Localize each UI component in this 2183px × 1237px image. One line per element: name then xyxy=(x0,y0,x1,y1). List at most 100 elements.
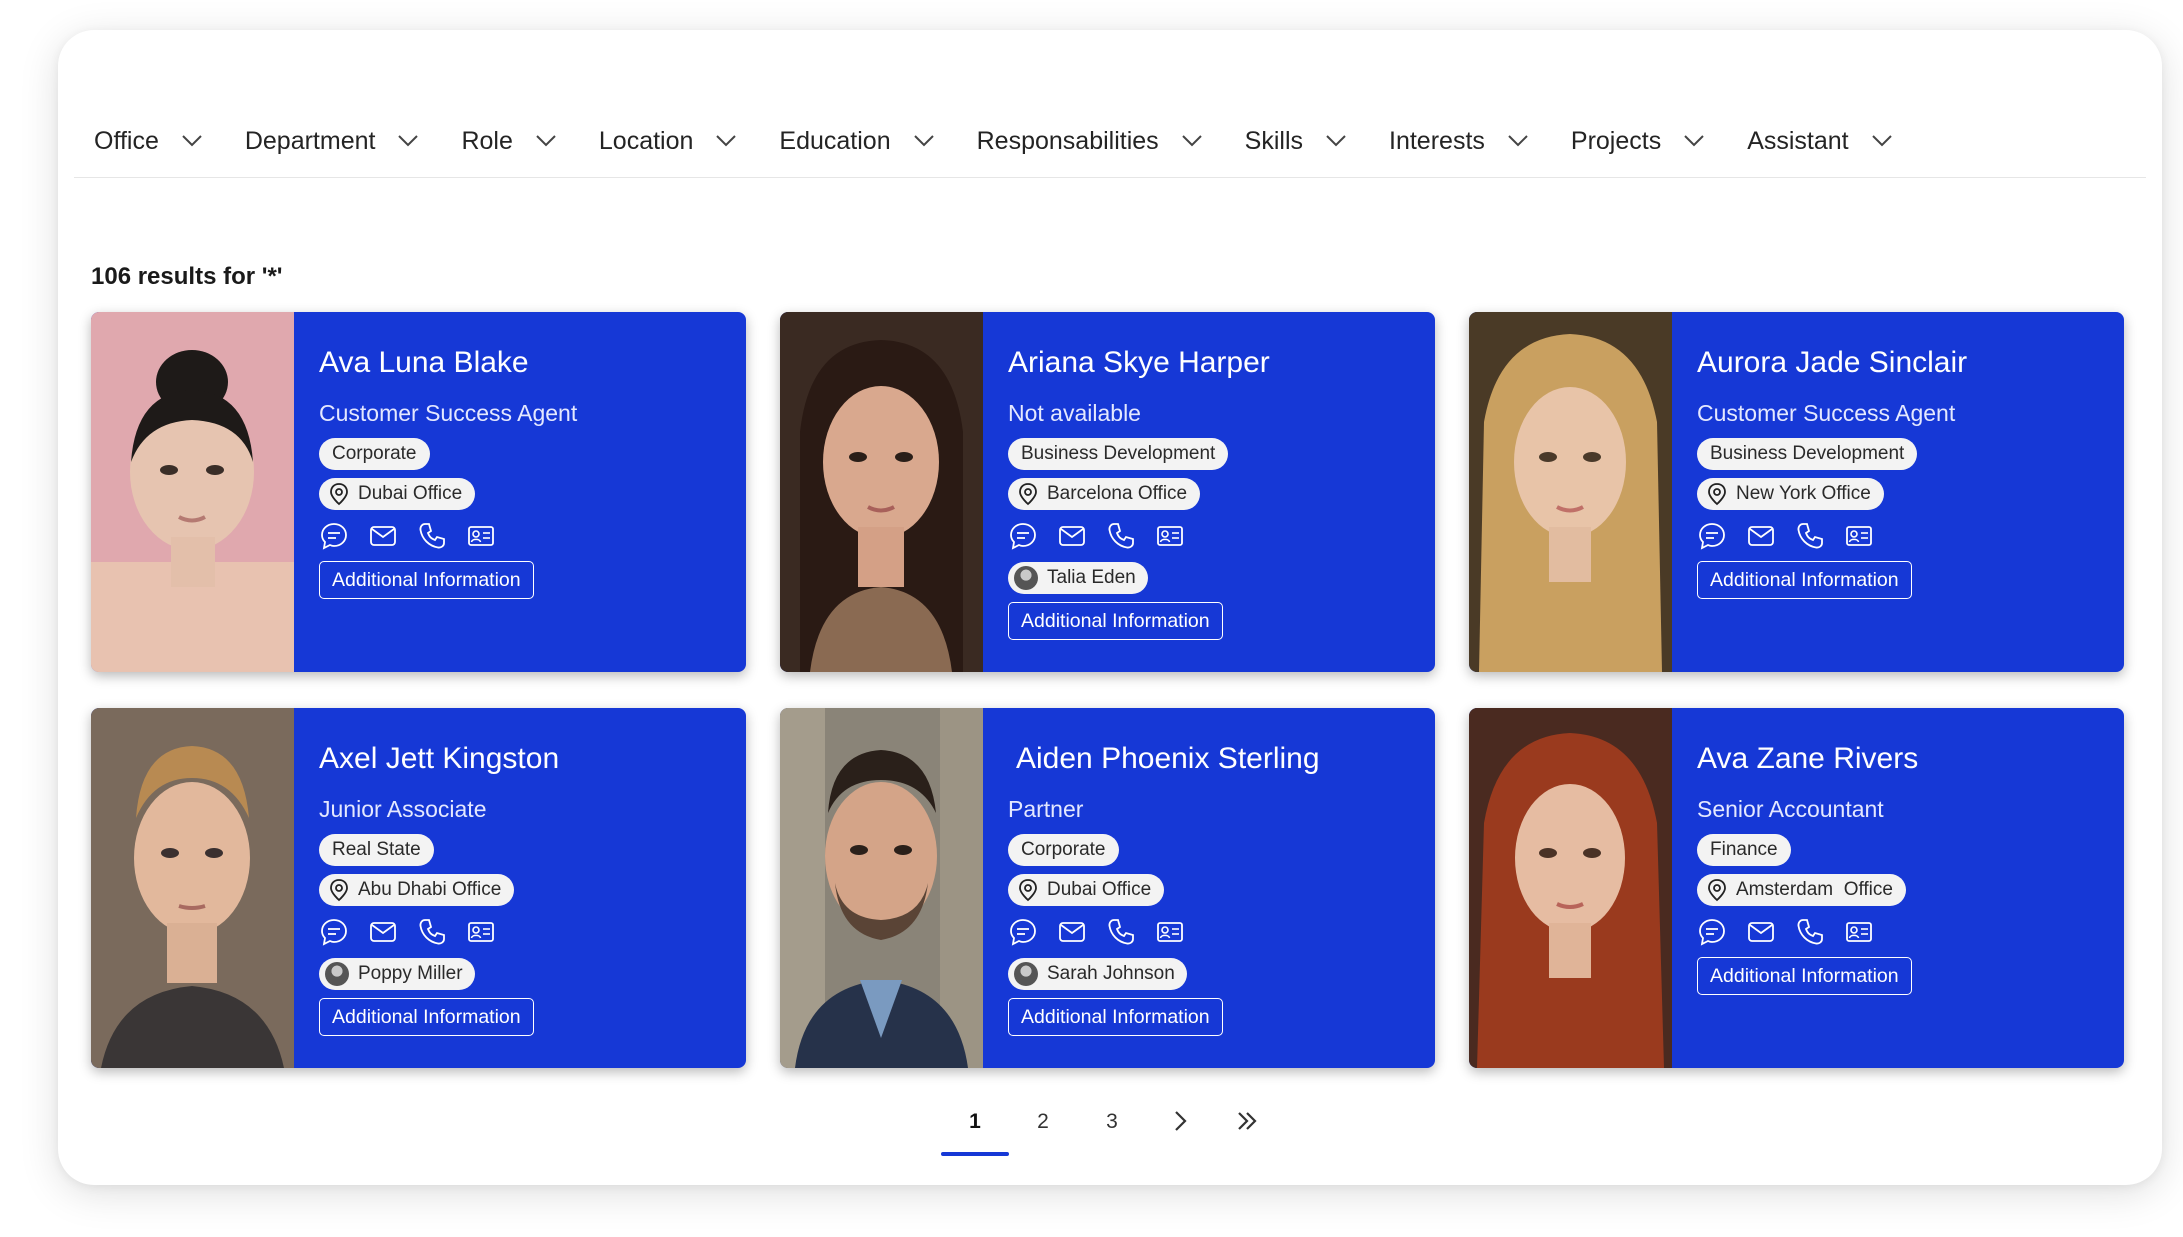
chat-icon[interactable] xyxy=(1008,917,1038,947)
mail-icon[interactable] xyxy=(368,917,398,947)
filter-education[interactable]: Education xyxy=(779,124,934,158)
filter-responsabilities[interactable]: Responsabilities xyxy=(977,124,1203,158)
additional-info-button[interactable]: Additional Information xyxy=(1697,561,1912,599)
office-label: Dubai Office xyxy=(1047,879,1152,900)
chevron-down-icon xyxy=(182,135,202,147)
office-label: New York Office xyxy=(1736,483,1871,504)
double-chevron-right-icon[interactable] xyxy=(1234,1108,1260,1134)
filter-label: Interests xyxy=(1389,126,1485,155)
person-name: Aurora Jade Sinclair xyxy=(1697,346,1968,379)
avatar xyxy=(325,962,349,986)
person-name: Aiden Phoenix Sterling xyxy=(1016,742,1320,775)
mail-icon[interactable] xyxy=(1746,917,1776,947)
active-page-indicator xyxy=(941,1152,1009,1156)
mail-icon[interactable] xyxy=(368,521,398,551)
filter-role[interactable]: Role xyxy=(461,124,556,158)
office-tag: New York Office xyxy=(1697,478,1884,510)
department-tag: Corporate xyxy=(1008,834,1119,866)
assistant-name: Sarah Johnson xyxy=(1047,963,1175,984)
chat-icon[interactable] xyxy=(319,521,349,551)
person-card[interactable]: Axel Jett Kingston Junior Associate Real… xyxy=(91,708,746,1068)
person-card[interactable]: Ava Luna Blake Customer Success Agent Co… xyxy=(91,312,746,672)
filter-projects[interactable]: Projects xyxy=(1571,124,1705,158)
office-tag: Dubai Office xyxy=(1008,874,1165,906)
filter-label: Assistant xyxy=(1747,126,1849,155)
filter-label: Office xyxy=(94,126,159,155)
contact-card-icon[interactable] xyxy=(466,521,496,551)
contact-card-icon[interactable] xyxy=(466,917,496,947)
chat-icon[interactable] xyxy=(319,917,349,947)
location-pin-icon xyxy=(1708,483,1726,506)
chevron-down-icon xyxy=(1684,135,1704,147)
mail-icon[interactable] xyxy=(1057,917,1087,947)
phone-icon[interactable] xyxy=(1795,917,1825,947)
additional-info-button[interactable]: Additional Information xyxy=(1697,957,1912,995)
person-photo xyxy=(780,312,983,672)
avatar xyxy=(1014,962,1038,986)
chevron-down-icon xyxy=(1326,135,1346,147)
person-card[interactable]: Aiden Phoenix Sterling Partner Corporate… xyxy=(780,708,1435,1068)
person-photo xyxy=(1469,708,1672,1068)
phone-icon[interactable] xyxy=(1106,917,1136,947)
page-1-button[interactable]: 1 xyxy=(955,1110,995,1134)
location-pin-icon xyxy=(1019,483,1037,506)
contact-card-icon[interactable] xyxy=(1155,521,1185,551)
filter-interests[interactable]: Interests xyxy=(1389,124,1529,158)
phone-icon[interactable] xyxy=(417,917,447,947)
filter-skills[interactable]: Skills xyxy=(1245,124,1347,158)
person-name: Ava Zane Rivers xyxy=(1697,742,1919,775)
filter-department[interactable]: Department xyxy=(245,124,420,158)
chevron-right-icon[interactable] xyxy=(1167,1108,1193,1134)
person-card[interactable]: Aurora Jade Sinclair Customer Success Ag… xyxy=(1469,312,2124,672)
person-photo xyxy=(780,708,983,1068)
assistant-tag: Sarah Johnson xyxy=(1008,958,1187,990)
contact-actions xyxy=(1697,917,1893,947)
mail-icon[interactable] xyxy=(1746,521,1776,551)
contact-actions xyxy=(319,521,515,551)
phone-icon[interactable] xyxy=(417,521,447,551)
contact-card-icon[interactable] xyxy=(1844,917,1874,947)
chat-icon[interactable] xyxy=(1697,521,1727,551)
person-title: Junior Associate xyxy=(319,796,487,822)
chevron-down-icon xyxy=(1508,135,1528,147)
contact-card-icon[interactable] xyxy=(1155,917,1185,947)
person-photo xyxy=(1469,312,1672,672)
filter-label: Department xyxy=(244,126,376,155)
chat-icon[interactable] xyxy=(1697,917,1727,947)
location-pin-icon xyxy=(1708,879,1726,902)
department-tag: Business Development xyxy=(1697,438,1918,470)
person-card[interactable]: Ariana Skye Harper Not available Busines… xyxy=(780,312,1435,672)
office-label: Abu Dhabi Office xyxy=(358,879,502,900)
additional-info-button[interactable]: Additional Information xyxy=(319,561,534,599)
contact-actions xyxy=(1697,521,1893,551)
page-2-button[interactable]: 2 xyxy=(1023,1110,1063,1134)
person-title: Not available xyxy=(1008,400,1141,426)
contact-card-icon[interactable] xyxy=(1844,521,1874,551)
filter-bar: Office Department Role Location Educatio… xyxy=(74,86,2146,178)
assistant-tag: Poppy Miller xyxy=(319,958,475,990)
phone-icon[interactable] xyxy=(1106,521,1136,551)
avatar xyxy=(1014,566,1038,590)
filter-assistant[interactable]: Assistant xyxy=(1747,124,1892,158)
mail-icon[interactable] xyxy=(1057,521,1087,551)
location-pin-icon xyxy=(330,879,348,902)
additional-info-button[interactable]: Additional Information xyxy=(1008,998,1223,1036)
additional-info-button[interactable]: Additional Information xyxy=(1008,602,1223,640)
person-name: Ava Luna Blake xyxy=(319,346,529,379)
assistant-name: Talia Eden xyxy=(1047,567,1136,588)
department-tag: Corporate xyxy=(319,438,430,470)
phone-icon[interactable] xyxy=(1795,521,1825,551)
filter-office[interactable]: Office xyxy=(94,124,203,158)
chat-icon[interactable] xyxy=(1008,521,1038,551)
office-label: Dubai Office xyxy=(358,483,463,504)
chevron-down-icon xyxy=(536,135,556,147)
people-grid: Ava Luna Blake Customer Success Agent Co… xyxy=(91,282,2131,1074)
person-card[interactable]: Ava Zane Rivers Senior Accountant Financ… xyxy=(1469,708,2124,1068)
pagination: 1 2 3 xyxy=(58,1090,2162,1160)
filter-location[interactable]: Location xyxy=(599,124,738,158)
page-3-button[interactable]: 3 xyxy=(1092,1110,1132,1134)
additional-info-button[interactable]: Additional Information xyxy=(319,998,534,1036)
person-title: Senior Accountant xyxy=(1697,796,1884,822)
chevron-down-icon xyxy=(716,135,737,147)
person-name: Ariana Skye Harper xyxy=(1008,346,1270,379)
